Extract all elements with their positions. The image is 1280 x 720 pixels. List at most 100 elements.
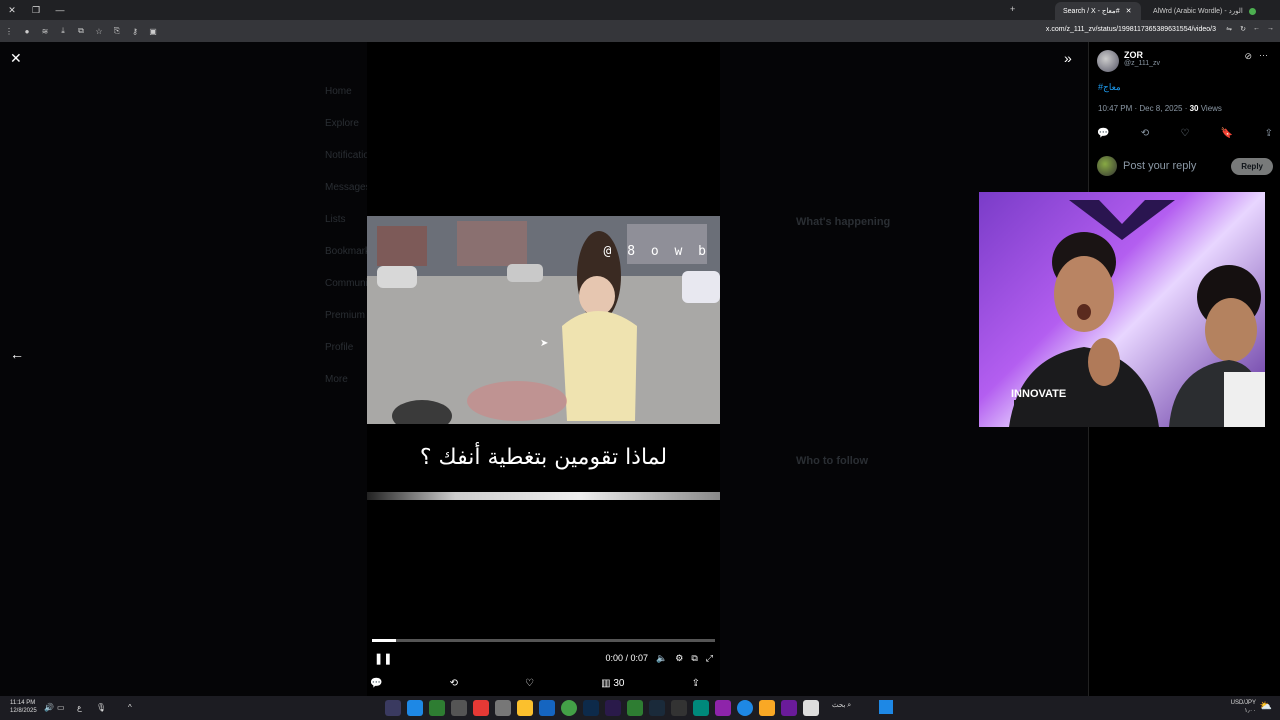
views-stat[interactable]: ▥ 30 — [601, 678, 624, 689]
shirt-print: INNOVATE — [1011, 388, 1067, 400]
profile-icon[interactable]: ● — [18, 27, 36, 36]
file-explorer-icon[interactable] — [759, 700, 775, 716]
video-progress-fill — [372, 639, 396, 642]
tab-alwrd[interactable]: AlWrd (Arabic Wordle) - الورد — [1145, 2, 1265, 20]
share-icon[interactable]: ⇪ — [1265, 128, 1273, 139]
close-window-icon[interactable]: ✕ — [0, 5, 24, 16]
tweet-views-count: 30 — [1189, 104, 1199, 113]
menu-dots-icon[interactable]: ⋮ — [0, 27, 18, 36]
copilot-icon[interactable] — [781, 700, 797, 716]
restore-window-icon[interactable]: ❐ — [24, 5, 48, 16]
second-person — [1169, 265, 1265, 427]
key-icon[interactable]: ⚷ — [126, 27, 144, 36]
reply-icon[interactable]: 💬 — [1097, 128, 1109, 139]
repost-icon[interactable]: ⟲ — [450, 678, 458, 689]
share-icon[interactable]: ⇪ — [692, 678, 700, 689]
windows-taskbar: 11:14 PM 12/8/2025 🔊 ▭ ع 🎙 ^ بحث ⌕ USD/J… — [0, 696, 1280, 720]
mouse-cursor-icon: ➤ — [540, 338, 549, 349]
tweet-timestamp[interactable]: 10:47 PM · Dec 8, 2025 · — [1098, 104, 1190, 113]
settings-gear-icon[interactable]: ⚙ — [675, 653, 683, 664]
reload-icon[interactable]: ↻ — [1240, 25, 1246, 33]
premiere-icon[interactable] — [605, 700, 621, 716]
user-avatar[interactable] — [1097, 156, 1117, 176]
video-frame[interactable]: @ 8 o w b ➤ — [367, 216, 720, 424]
sticky-notes-icon[interactable] — [517, 700, 533, 716]
video-progress-bar[interactable] — [372, 639, 715, 642]
photoshop-icon[interactable] — [583, 700, 599, 716]
volume-icon[interactable]: 🔈 — [656, 653, 667, 664]
teams-icon[interactable] — [693, 700, 709, 716]
author-block[interactable]: ZOR @z_111_zv — [1097, 50, 1160, 72]
app-icon[interactable] — [385, 700, 401, 716]
video-player[interactable]: @ 8 o w b ➤ لماذا تقومين بتغطية أنفك ؟ ❚… — [367, 42, 720, 696]
fullscreen-icon[interactable]: ⤢ — [706, 653, 713, 664]
store-icon[interactable] — [407, 700, 423, 716]
clock-time: 11:14 PM — [10, 700, 36, 706]
paint-icon[interactable] — [539, 700, 555, 716]
device-icon[interactable] — [495, 700, 511, 716]
tweet-engagement-bar: 💬 ⟲ ♡ 🔖 ⇪ — [1097, 128, 1273, 139]
forward-icon[interactable]: ← — [1253, 25, 1260, 32]
obs-icon[interactable] — [671, 700, 687, 716]
discord-icon[interactable] — [715, 700, 731, 716]
taskbar-apps — [385, 700, 819, 716]
search-box[interactable]: بحث ⌕ — [832, 701, 851, 710]
picture-in-picture-icon[interactable]: ⧉ — [691, 653, 697, 664]
bookmark-star-icon[interactable]: ☆ — [90, 27, 108, 36]
views-count: 30 — [613, 677, 625, 689]
tab-label: Search / X - معاج# — [1063, 8, 1120, 15]
youtube-icon[interactable] — [473, 700, 489, 716]
share-icon[interactable]: ⎘ — [108, 26, 126, 36]
reply-input[interactable]: Post your reply — [1123, 160, 1225, 172]
pause-icon[interactable]: ❚❚ — [374, 652, 392, 665]
language-indicator[interactable]: ع — [77, 703, 82, 712]
download-icon[interactable]: ⤓ — [54, 26, 72, 36]
grok-icon[interactable]: ⊘ — [1244, 51, 1252, 62]
tweet-hashtag[interactable]: #معاج — [1098, 82, 1121, 93]
speaker-icon[interactable]: 🔊 — [44, 703, 54, 712]
minimize-window-icon[interactable]: — — [48, 5, 72, 15]
screenshot-icon[interactable]: ▣ — [144, 27, 162, 36]
clock[interactable]: 11:14 PM 12/8/2025 — [10, 699, 37, 715]
author-avatar[interactable] — [1097, 50, 1119, 72]
new-tab-icon[interactable]: + — [1010, 4, 1015, 14]
previous-media-icon[interactable]: ← — [10, 346, 24, 362]
bookmark-icon[interactable]: 🔖 — [1221, 128, 1233, 139]
back-icon[interactable]: → — [1267, 25, 1274, 32]
reply-button[interactable]: Reply — [1231, 157, 1273, 175]
translate-icon[interactable]: ≋ — [36, 27, 54, 36]
author-handle[interactable]: @z_111_zv — [1124, 60, 1160, 67]
microphone-icon[interactable]: 🎙 — [96, 703, 106, 712]
tab-search-x[interactable]: Search / X - معاج# ✕ — [1055, 2, 1141, 20]
like-icon[interactable]: ♡ — [1181, 128, 1190, 139]
more-options-icon[interactable]: ··· — [1259, 50, 1268, 60]
tab-label: AlWrd (Arabic Wordle) - الورد — [1153, 8, 1243, 15]
network-icon[interactable]: ▭ — [57, 703, 65, 712]
currency-widget[interactable]: USD/JPY ۱٫۰۰ — [1231, 699, 1256, 715]
like-icon[interactable]: ♡ — [525, 678, 534, 689]
currency-pair: USD/JPY — [1230, 700, 1256, 706]
author-name[interactable]: ZOR — [1124, 50, 1160, 60]
close-viewer-icon[interactable]: ✕ — [10, 50, 22, 67]
browser-toolbar: ⋮ ● ≋ ⤓ ⧉ ☆ ⎘ ⚷ ▣ x.com/z_111_zv/status/… — [0, 20, 1280, 42]
taskview-icon[interactable] — [803, 700, 819, 716]
video-caption: لماذا تقومين بتغطية أنفك ؟ — [367, 424, 720, 492]
xbox-icon[interactable] — [429, 700, 445, 716]
who-to-follow-heading: Who to follow — [796, 455, 869, 467]
collapse-panel-icon[interactable]: » — [1064, 50, 1072, 66]
analytics-icon: ▥ — [601, 677, 611, 689]
start-button-icon[interactable] — [879, 700, 893, 714]
tune-icon[interactable]: ⇋ — [1226, 25, 1232, 33]
reply-icon[interactable]: 💬 — [370, 678, 382, 689]
address-url[interactable]: x.com/z_111_zv/status/199811736538963155… — [1046, 26, 1216, 33]
chrome-icon[interactable] — [737, 700, 753, 716]
steam-icon[interactable] — [649, 700, 665, 716]
tray-chevron-icon[interactable]: ^ — [128, 703, 132, 712]
repost-icon[interactable]: ⟲ — [1141, 128, 1149, 139]
calculator-icon[interactable] — [451, 700, 467, 716]
weather-icon[interactable]: ⛅ — [1260, 701, 1272, 712]
close-tab-icon[interactable]: ✕ — [1126, 7, 1132, 15]
extensions-icon[interactable]: ⧉ — [72, 26, 90, 36]
whatsapp-icon[interactable] — [561, 700, 577, 716]
excel-icon[interactable] — [627, 700, 643, 716]
